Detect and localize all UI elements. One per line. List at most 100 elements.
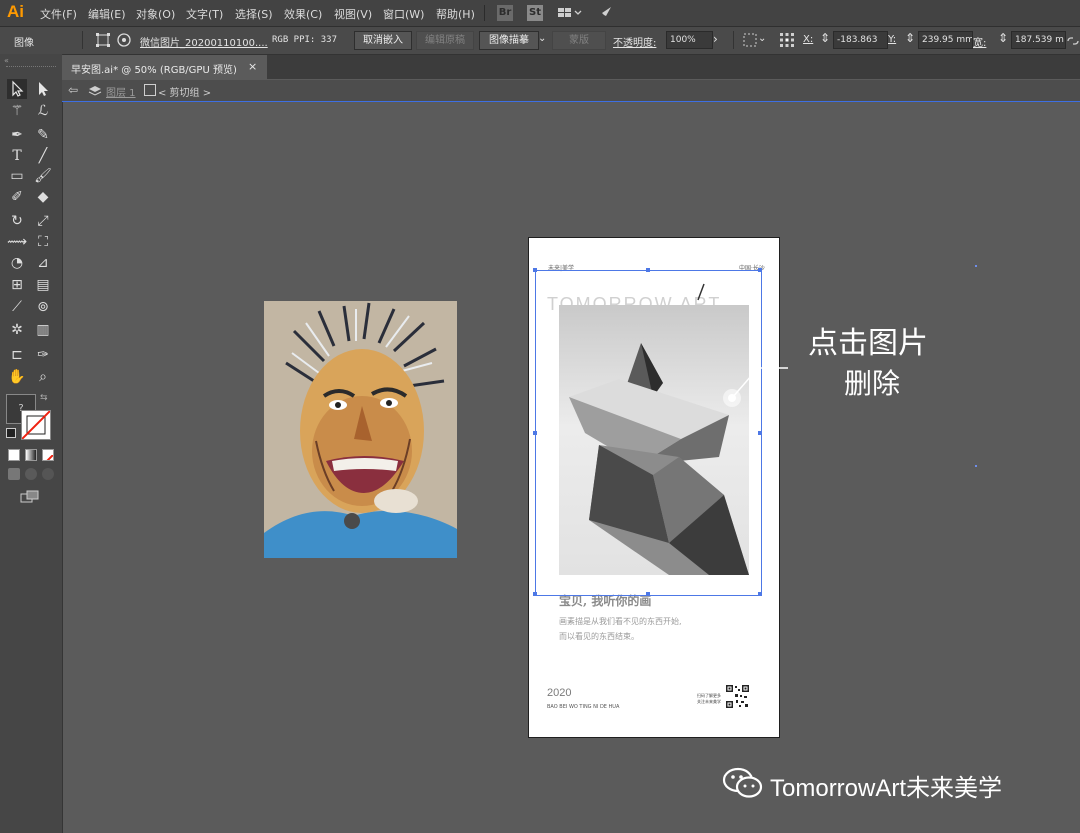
tools-panel: « ⚚ ℒ ✒ ✎ T ╱ ▭ 🖌 ✐ ◆ ↻ ⤢ ⟿ ⛶ ◔ ⊿ ⊞ ▤ ⟋ …: [0, 54, 63, 833]
chevron-down-icon[interactable]: ⌄: [538, 33, 546, 44]
menu-type[interactable]: 文字(T): [186, 6, 223, 22]
rectangle-tool-icon[interactable]: ▭: [7, 166, 27, 186]
eyedropper-tool-icon[interactable]: ⟋: [7, 297, 27, 317]
workspace-switcher-icon[interactable]: [557, 5, 582, 21]
menu-window[interactable]: 窗口(W): [383, 6, 424, 22]
linked-filename[interactable]: 微信图片_20200110100....: [140, 34, 268, 49]
callout-text-line2: 删除: [844, 367, 901, 400]
crop-icon[interactable]: [95, 32, 111, 48]
shape-builder-tool-icon[interactable]: ◔: [7, 253, 27, 273]
menu-help[interactable]: 帮助(H): [436, 6, 475, 22]
menu-view[interactable]: 视图(V): [334, 6, 372, 22]
resize-handle[interactable]: [533, 592, 537, 596]
y-label: Y:: [888, 34, 897, 45]
y-field[interactable]: 239.95 mm: [918, 31, 973, 49]
panel-collapse-icon[interactable]: «: [4, 56, 9, 65]
portrait-painting-image[interactable]: [264, 301, 457, 558]
bridge-icon[interactable]: Br: [497, 5, 513, 21]
align-icon[interactable]: [742, 32, 758, 48]
curvature-tool-icon[interactable]: ✎: [33, 125, 53, 145]
mask-button[interactable]: 蒙版: [552, 31, 606, 50]
image-trace-button[interactable]: 图像描摹: [479, 31, 539, 50]
lasso-tool-icon[interactable]: ℒ: [33, 101, 53, 121]
menu-file[interactable]: 文件(F): [40, 6, 77, 22]
zoom-tool-icon[interactable]: ⌕: [33, 367, 53, 387]
gradient-mode-icon[interactable]: [25, 449, 37, 461]
canvas-dot: [975, 265, 977, 267]
close-tab-icon[interactable]: ×: [248, 60, 257, 73]
perspective-grid-tool-icon[interactable]: ⊿: [33, 253, 53, 273]
draw-inside-icon[interactable]: [42, 468, 54, 480]
edit-original-button[interactable]: 编辑原稿: [416, 31, 474, 50]
breadcrumb-group[interactable]: < 剪切组 >: [158, 84, 211, 99]
draw-normal-icon[interactable]: [8, 468, 20, 480]
shaper-tool-icon[interactable]: ✐: [7, 187, 27, 207]
mesh-tool-icon[interactable]: ⊞: [7, 275, 27, 295]
graph-tool-icon[interactable]: ▥: [33, 320, 53, 340]
width-tool-icon[interactable]: ⟿: [7, 232, 27, 252]
type-tool-icon[interactable]: T: [7, 146, 27, 166]
control-divider: [82, 31, 83, 49]
screen-mode-icon[interactable]: [20, 489, 40, 503]
draw-behind-icon[interactable]: [25, 468, 37, 480]
back-arrow-icon[interactable]: ⇦: [68, 83, 78, 97]
magic-wand-tool-icon[interactable]: ⚚: [7, 101, 27, 121]
rotate-tool-icon[interactable]: ↻: [7, 211, 27, 231]
resize-handle[interactable]: [533, 431, 537, 435]
paintbrush-tool-icon[interactable]: 🖌: [33, 166, 53, 186]
symbol-sprayer-tool-icon[interactable]: ✲: [7, 320, 27, 340]
pen-tool-icon[interactable]: ✒: [7, 125, 27, 145]
reference-point-icon[interactable]: [779, 31, 795, 49]
link-icon[interactable]: [1066, 33, 1080, 47]
blend-tool-icon[interactable]: ⊚: [33, 297, 53, 317]
menu-effect[interactable]: 效果(C): [284, 6, 322, 22]
width-field[interactable]: 187.539 m: [1011, 31, 1066, 49]
eraser-tool-icon[interactable]: ◆: [33, 187, 53, 207]
x-field[interactable]: -183.863: [833, 31, 888, 49]
panel-grip[interactable]: [6, 66, 56, 69]
rocket-icon[interactable]: [597, 4, 615, 22]
layers-icon: [88, 83, 102, 97]
color-mode-icon[interactable]: [8, 449, 20, 461]
resize-handle[interactable]: [533, 268, 537, 272]
chevron-right-icon[interactable]: ›: [713, 32, 718, 46]
poster-body-line2: 而以看见的东西结束。: [559, 632, 639, 641]
breadcrumb-layer[interactable]: 图层 1: [106, 84, 136, 99]
default-colors-icon[interactable]: [6, 428, 16, 438]
unembed-button[interactable]: 取消嵌入: [354, 31, 412, 50]
menu-edit[interactable]: 编辑(E): [88, 6, 126, 22]
stock-icon[interactable]: St: [527, 5, 543, 21]
line-tool-icon[interactable]: ╱: [33, 146, 53, 166]
opacity-field[interactable]: 100%: [666, 31, 713, 49]
canvas-dot: [975, 465, 977, 467]
slice-tool-icon[interactable]: ✑: [33, 345, 53, 365]
resize-handle[interactable]: [758, 268, 762, 272]
menu-select[interactable]: 选择(S): [235, 6, 273, 22]
free-transform-tool-icon[interactable]: ⛶: [33, 232, 53, 252]
hand-tool-icon[interactable]: ✋: [7, 367, 27, 387]
stepper-icon[interactable]: ⇕: [905, 31, 915, 45]
none-mode-icon[interactable]: [42, 449, 54, 461]
menu-object[interactable]: 对象(O): [136, 6, 175, 22]
stepper-icon[interactable]: ⇕: [820, 31, 830, 45]
opacity-label[interactable]: 不透明度:: [613, 34, 656, 49]
resize-handle[interactable]: [646, 592, 650, 596]
isolation-breadcrumb: ⇦ 图层 1 < 剪切组 >: [62, 80, 1080, 102]
gradient-tool-icon[interactable]: ▤: [33, 275, 53, 295]
link-target-icon[interactable]: [115, 31, 133, 49]
artboard-tool-icon[interactable]: ⊏: [7, 345, 27, 365]
selection-tool-icon[interactable]: [7, 79, 27, 99]
app-logo: Ai: [7, 2, 24, 21]
swap-colors-icon[interactable]: ⇆: [40, 393, 48, 403]
stepper-icon[interactable]: ⇕: [998, 31, 1008, 45]
resize-handle[interactable]: [758, 592, 762, 596]
resize-handle[interactable]: [758, 431, 762, 435]
wechat-icon: [722, 766, 764, 800]
scale-tool-icon[interactable]: ⤢: [33, 211, 53, 231]
direct-selection-tool-icon[interactable]: [33, 79, 53, 99]
callout-text-line1: 点击图片: [808, 326, 928, 361]
stroke-swatch[interactable]: [21, 410, 51, 440]
resize-handle[interactable]: [646, 268, 650, 272]
document-tab[interactable]: 早安图.ai* @ 50% (RGB/GPU 预览) ×: [62, 55, 267, 80]
chevron-down-icon[interactable]: ⌄: [758, 33, 766, 44]
